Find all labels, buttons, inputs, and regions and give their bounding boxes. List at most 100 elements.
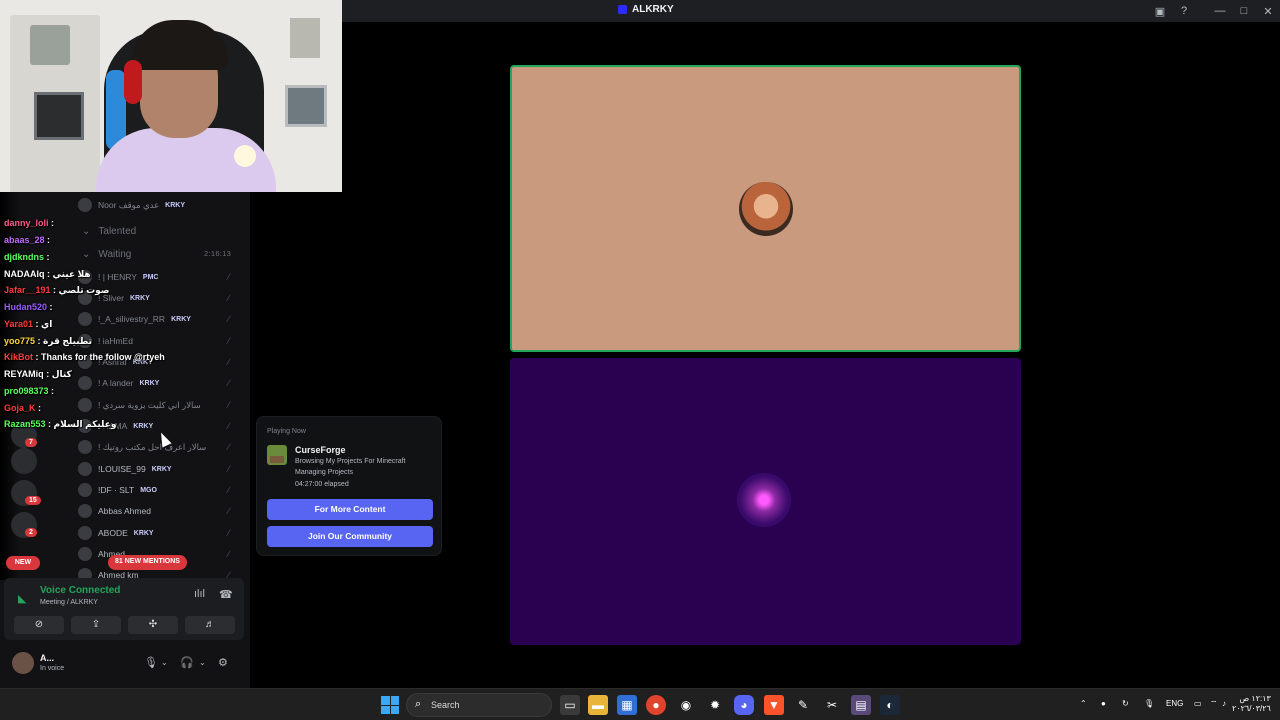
clock[interactable]: ١٢:١٣ ص ٢٠٢٦/٠٣/٢٦ [1232,694,1271,714]
disconnect-icon[interactable]: ☎ [219,588,233,601]
screen-share-button[interactable]: ⇪ [71,616,121,634]
server-mention-badge: 2 [25,528,37,537]
voice-member[interactable]: ! A lander KRKY ⁄ [78,374,230,392]
avatar [78,312,92,326]
chat-username: REYAMiq [4,369,44,379]
avatar[interactable] [12,652,34,674]
muted-mic-icon: ⁄ [228,293,230,303]
discord-icon[interactable]: ◕ [734,695,754,715]
store-icon[interactable]: ▦ [617,695,637,715]
chevron-icon: ⌄ [82,249,91,260]
chat-message: Hudan520 : [4,302,53,312]
steam-icon[interactable]: ◐ [880,695,900,715]
voice-category[interactable]: ⌄ Talented [82,226,136,237]
avatar [78,198,92,212]
tray-chevron-icon[interactable]: ⌃ [1080,699,1087,708]
chat-message: Goja_K : [4,403,41,413]
tray-display-icon[interactable]: ▭ [1194,699,1202,708]
close-icon[interactable]: ✕ [1256,5,1280,18]
tray-mic-icon[interactable]: 🎙 [1144,699,1154,708]
inbox-icon[interactable]: ▣ [1148,5,1172,18]
signal-icon[interactable]: ◣ [18,592,26,605]
chat-message: Jafar__191 : صوت تلصي [4,285,109,296]
member-name: ! سالار اعرف احل مكتب روتيك [98,441,207,452]
voice-member[interactable]: Noor عدي موقف KRKY [78,196,185,214]
help-icon[interactable]: ? [1172,5,1196,17]
taskbar-search[interactable]: ⌕ Search [406,693,552,717]
voice-member[interactable]: Abbas Ahmed ⁄ [78,502,230,520]
microphone-icon[interactable]: 🎙 [144,656,158,669]
obs-icon[interactable]: ◉ [676,695,696,715]
chevron-down-icon[interactable]: ⌄ [199,658,206,667]
category-label: Talented [98,226,137,237]
tray-app-icon[interactable]: ● [1101,699,1106,708]
user-panel: A... In voice 🎙 ⌄ 🎧 ⌄ ⚙ [4,646,244,680]
chat-message: KikBot : Thanks for the follow @rtyeh [4,352,165,362]
soundboard-button[interactable]: ♬ [185,616,235,634]
clock-date: ٢٠٢٦/٠٣/٢٦ [1232,704,1271,713]
join-community-button[interactable]: Join Our Community [267,526,433,547]
capcut-icon[interactable]: ✂ [822,695,842,715]
voice-member[interactable]: ! سالار اعرف احل مكتب روتيك ⁄ [78,438,230,456]
chevron-down-icon[interactable]: ⌄ [161,658,168,667]
muted-mic-icon: ⁄ [228,336,230,346]
voice-member[interactable]: ABODE KRKY ⁄ [78,524,230,542]
voice-category[interactable]: ⌄ Waiting 2:16:13 [82,249,231,260]
language-indicator[interactable]: ENG [1166,699,1183,708]
headphones-icon[interactable]: 🎧 [180,656,194,669]
file-explorer-icon[interactable]: ▬ [588,695,608,715]
voice-status[interactable]: Voice Connected [40,585,120,596]
chat-message: djdkndns : [4,252,50,262]
gear-icon[interactable]: ⚙ [218,656,228,669]
noise-suppression-icon[interactable]: ılıl [194,588,205,600]
server-icon[interactable] [11,448,37,474]
new-badge[interactable]: NEW [6,556,40,570]
voice-panel: ◣ Voice Connected Meeting / ALKRKY ılıl … [4,578,244,640]
maximize-icon[interactable]: □ [1232,5,1256,17]
lamp [234,145,256,167]
editor-icon[interactable]: ✎ [793,695,813,715]
member-tag: KRKY [151,465,172,473]
chat-message: yoo775 : تطبيلج قرة [4,336,92,347]
chat-message: REYAMiq : كتال [4,369,72,380]
award-frame [285,85,327,127]
voice-channel[interactable]: Meeting / ALKRKY [40,599,98,606]
activities-button[interactable]: ✣ [128,616,178,634]
windows-start-icon[interactable] [381,696,399,714]
app-icon[interactable]: ▤ [851,695,871,715]
member-name: ! سالار اني كليت بزوية سردي [98,399,201,410]
avatar [78,398,92,412]
chat-message: danny_loli : [4,218,54,228]
popover-header: Playing Now [267,428,306,435]
member-name: Noor عدي موقف [98,199,160,210]
task-view-icon[interactable]: ▭ [560,695,580,715]
curseforge-icon [267,445,287,465]
steam-vr-icon[interactable]: ✹ [705,695,725,715]
chat-separator: : [44,235,51,245]
game-name: CurseForge [295,445,346,455]
participant-avatar [737,473,791,527]
chat-message: Yara01 : اي [4,319,52,330]
voice-tile[interactable] [510,358,1021,645]
new-mentions-button[interactable]: 81 NEW MENTIONS [108,555,187,570]
user-status: In voice [40,665,65,672]
user-name[interactable]: A... [40,653,54,663]
chrome-icon[interactable]: ● [646,695,666,715]
camera-off-button[interactable]: ⊘ [14,616,64,634]
member-tag: KRKY [165,201,185,209]
voice-member[interactable]: !_A_silivestry_RR KRKY ⁄ [78,310,230,328]
voice-tile-speaking[interactable] [510,65,1021,352]
chat-separator: : [35,403,42,413]
category-timer: 2:16:13 [204,249,232,258]
tray-sync-icon[interactable]: ↻ [1122,699,1129,708]
chat-username: pro098373 [4,386,49,396]
wifi-icon[interactable]: ⌔ [1210,699,1218,709]
minimize-icon[interactable]: — [1208,5,1232,17]
volume-icon[interactable]: ♪ [1222,699,1226,708]
chat-message: abaas_28 : [4,235,50,245]
voice-member[interactable]: !DF · SLT MGO ⁄ [78,481,230,499]
voice-member[interactable]: ! سالار اني كليت بزوية سردي ⁄ [78,396,230,414]
more-content-button[interactable]: For More Content [267,499,433,520]
brave-icon[interactable]: ▼ [764,695,784,715]
voice-member[interactable]: !LOUISE_99 KRKY ⁄ [78,460,230,478]
